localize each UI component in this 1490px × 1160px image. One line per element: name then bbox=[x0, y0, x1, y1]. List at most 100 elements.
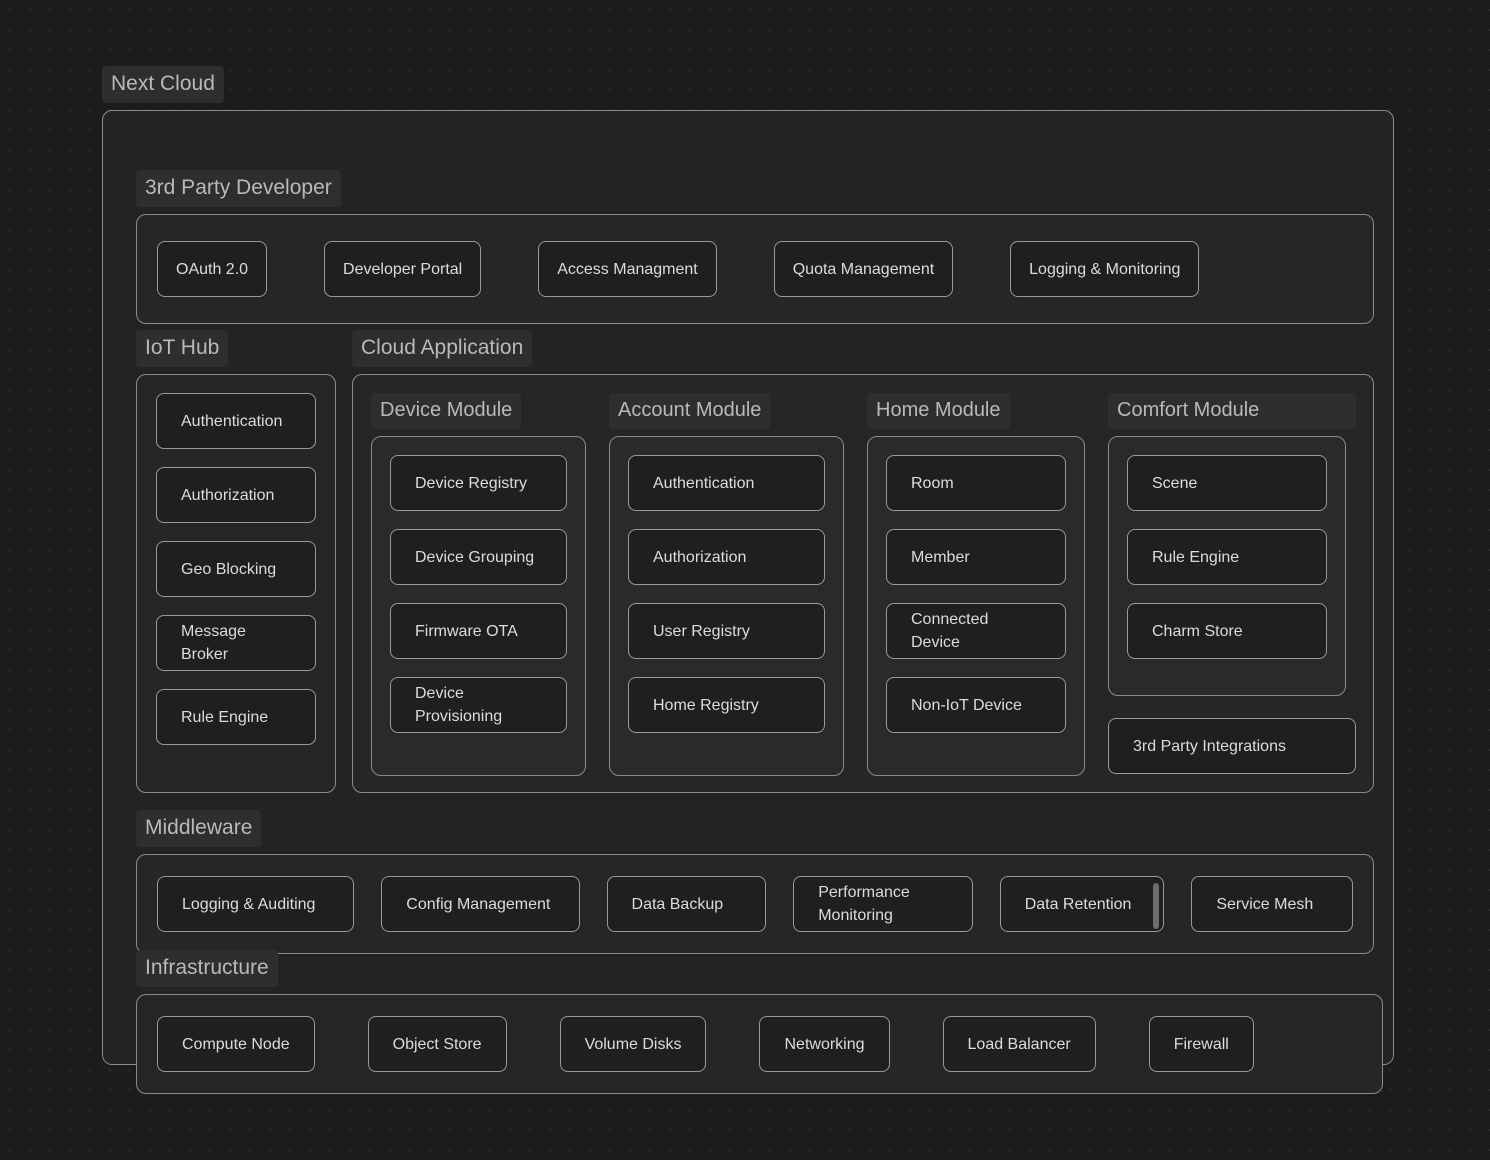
next-cloud-container: 3rd Party Developer OAuth 2.0 Developer … bbox=[102, 110, 1394, 1094]
node-room[interactable]: Room bbox=[886, 455, 1066, 511]
node-label: Quota Management bbox=[792, 260, 935, 278]
node-data-retention[interactable]: Data Retention bbox=[999, 876, 1165, 932]
node-service-mesh[interactable]: Service Mesh bbox=[1191, 876, 1353, 932]
next-cloud-label: Next Cloud bbox=[102, 66, 224, 103]
middleware-container: Logging & Auditing Config Management Dat… bbox=[136, 854, 1374, 954]
node-label: OAuth 2.0 bbox=[176, 260, 249, 278]
node-comfort-rule-engine[interactable]: Rule Engine bbox=[1127, 529, 1327, 585]
home-module-group: Home Module Room Member Connected Device… bbox=[867, 375, 1085, 776]
node-compute-node[interactable]: Compute Node bbox=[157, 1016, 315, 1072]
node-home-registry[interactable]: Home Registry bbox=[628, 677, 825, 733]
device-module-label: Device Module bbox=[371, 393, 522, 429]
node-label: Volume Disks bbox=[584, 1035, 682, 1053]
node-label: Message Broker bbox=[181, 623, 246, 663]
node-oauth-2-0[interactable]: OAuth 2.0 bbox=[157, 241, 268, 297]
node-label: 3rd Party Integrations bbox=[1133, 737, 1286, 755]
node-label: Data Retention bbox=[1024, 895, 1132, 913]
node-label: Logging & Monitoring bbox=[1029, 260, 1181, 278]
node-logging-and-auditing[interactable]: Logging & Auditing bbox=[157, 876, 355, 932]
iot-hub-group: IoT Hub Authentication Authorization Geo… bbox=[136, 330, 336, 793]
node-user-registry[interactable]: User Registry bbox=[628, 603, 825, 659]
data-retention-scrollbar[interactable] bbox=[1153, 883, 1160, 929]
node-developer-portal[interactable]: Developer Portal bbox=[324, 241, 482, 297]
node-non-iot-device[interactable]: Non-IoT Device bbox=[886, 677, 1066, 733]
node-message-broker[interactable]: Message Broker bbox=[156, 615, 316, 671]
node-label: Device Grouping bbox=[415, 548, 535, 566]
next-cloud-group: Next Cloud 3rd Party Developer OAuth 2.0… bbox=[102, 66, 1394, 1094]
node-member[interactable]: Member bbox=[886, 529, 1066, 585]
node-iot-authorization[interactable]: Authorization bbox=[156, 467, 316, 523]
node-geo-blocking[interactable]: Geo Blocking bbox=[156, 541, 316, 597]
node-label: Room bbox=[911, 474, 954, 492]
node-firmware-ota[interactable]: Firmware OTA bbox=[390, 603, 567, 659]
node-label: Authentication bbox=[653, 474, 755, 492]
node-label: Rule Engine bbox=[181, 708, 269, 726]
infrastructure-label: Infrastructure bbox=[136, 950, 278, 987]
node-label: Logging & Auditing bbox=[182, 895, 316, 913]
node-label: Config Management bbox=[406, 895, 551, 913]
node-label: Developer Portal bbox=[343, 260, 463, 278]
node-label: Firewall bbox=[1173, 1035, 1229, 1053]
cloud-application-label: Cloud Application bbox=[352, 330, 533, 367]
node-label: Compute Node bbox=[182, 1035, 290, 1053]
node-label: Access Managment bbox=[557, 260, 698, 278]
comfort-module-container: Scene Rule Engine Charm Store bbox=[1108, 436, 1346, 696]
node-label: Authentication bbox=[181, 412, 283, 430]
node-label: Home Registry bbox=[653, 696, 759, 714]
home-module-container: Room Member Connected Device Non-IoT Dev… bbox=[867, 436, 1085, 776]
node-label: Load Balancer bbox=[967, 1035, 1071, 1053]
node-access-management[interactable]: Access Managment bbox=[538, 241, 717, 297]
account-module-label: Account Module bbox=[609, 393, 771, 429]
infrastructure-group: Infrastructure Compute Node Object Store… bbox=[136, 950, 1383, 1094]
node-charm-store[interactable]: Charm Store bbox=[1127, 603, 1327, 659]
node-performance-monitoring[interactable]: Performance Monitoring bbox=[793, 876, 973, 932]
node-label: Device Registry bbox=[415, 474, 528, 492]
node-label: Networking bbox=[784, 1035, 865, 1053]
iot-hub-label: IoT Hub bbox=[136, 330, 229, 367]
node-device-grouping[interactable]: Device Grouping bbox=[390, 529, 567, 585]
middleware-group: Middleware Logging & Auditing Config Man… bbox=[136, 810, 1374, 954]
node-label: Performance Monitoring bbox=[818, 884, 910, 924]
node-device-provisioning[interactable]: Device Provisioning bbox=[390, 677, 567, 733]
node-object-store[interactable]: Object Store bbox=[367, 1016, 507, 1072]
infrastructure-container: Compute Node Object Store Volume Disks N… bbox=[136, 994, 1383, 1094]
node-label: Member bbox=[911, 548, 970, 566]
node-label: Data Backup bbox=[631, 895, 724, 913]
node-account-authentication[interactable]: Authentication bbox=[628, 455, 825, 511]
comfort-module-label: Comfort Module bbox=[1108, 393, 1356, 429]
node-label: Authorization bbox=[653, 548, 747, 566]
node-third-party-integrations[interactable]: 3rd Party Integrations bbox=[1108, 718, 1356, 774]
node-connected-device[interactable]: Connected Device bbox=[886, 603, 1066, 659]
comfort-module-group: Comfort Module Scene Rule Engine Charm S… bbox=[1108, 375, 1356, 774]
node-iot-authentication[interactable]: Authentication bbox=[156, 393, 316, 449]
third-party-developer-container: OAuth 2.0 Developer Portal Access Managm… bbox=[136, 214, 1374, 324]
device-module-group: Device Module Device Registry Device Gro… bbox=[371, 375, 586, 776]
node-load-balancer[interactable]: Load Balancer bbox=[942, 1016, 1096, 1072]
node-label: Service Mesh bbox=[1216, 895, 1314, 913]
node-firewall[interactable]: Firewall bbox=[1148, 1016, 1254, 1072]
third-party-developer-group: 3rd Party Developer OAuth 2.0 Developer … bbox=[136, 170, 1374, 324]
node-label: Authorization bbox=[181, 486, 275, 504]
node-config-management[interactable]: Config Management bbox=[381, 876, 580, 932]
node-data-backup[interactable]: Data Backup bbox=[606, 876, 767, 932]
node-logging-and-monitoring[interactable]: Logging & Monitoring bbox=[1010, 241, 1200, 297]
account-module-group: Account Module Authentication Authorizat… bbox=[609, 375, 844, 776]
node-networking[interactable]: Networking bbox=[759, 1016, 890, 1072]
home-module-label: Home Module bbox=[867, 393, 1010, 429]
node-iot-rule-engine[interactable]: Rule Engine bbox=[156, 689, 316, 745]
cloud-application-group: Cloud Application Device Module Device R… bbox=[352, 330, 1374, 793]
node-label: Object Store bbox=[392, 1035, 482, 1053]
account-module-container: Authentication Authorization User Regist… bbox=[609, 436, 844, 776]
node-device-registry[interactable]: Device Registry bbox=[390, 455, 567, 511]
node-account-authorization[interactable]: Authorization bbox=[628, 529, 825, 585]
node-label: Rule Engine bbox=[1152, 548, 1240, 566]
node-label: User Registry bbox=[653, 622, 750, 640]
node-scene[interactable]: Scene bbox=[1127, 455, 1327, 511]
node-volume-disks[interactable]: Volume Disks bbox=[559, 1016, 707, 1072]
node-label: Geo Blocking bbox=[181, 560, 277, 578]
iot-hub-container: Authentication Authorization Geo Blockin… bbox=[136, 374, 336, 793]
device-module-container: Device Registry Device Grouping Firmware… bbox=[371, 436, 586, 776]
node-label: Scene bbox=[1152, 474, 1198, 492]
node-label: Firmware OTA bbox=[415, 622, 518, 640]
node-quota-management[interactable]: Quota Management bbox=[773, 241, 954, 297]
